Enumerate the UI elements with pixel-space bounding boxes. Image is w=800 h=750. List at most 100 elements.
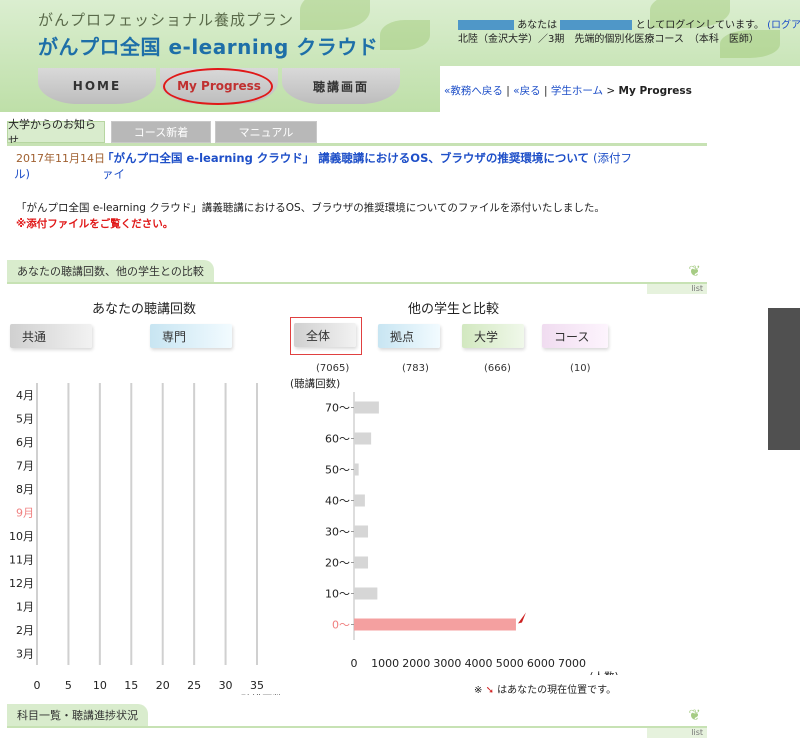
x-axis-label: (人数) (589, 670, 618, 675)
user-affiliation: 北陸（金沢大学）／3期 先端的個別化医療コース （本科 医師） (458, 34, 759, 45)
compare-course-button[interactable]: コース (542, 324, 608, 348)
y-tick-label: 9月 (16, 506, 34, 519)
comparison-histogram: (聴講回数) 70〜 60〜 50〜 40〜 30〜 20〜 10〜 0〜 0 1000 2000 30… (290, 377, 619, 675)
x-tick-label: 3000 (433, 657, 461, 670)
section-comparison-header: あなたの聴講回数、他の学生との比較 ❦ list (7, 260, 707, 294)
breadcrumb-current: My Progress (618, 85, 692, 97)
count-base: (783) (402, 363, 429, 374)
your-position-marker (517, 612, 526, 624)
leaf-decoration (300, 0, 370, 30)
nav-home[interactable]: HOME (38, 68, 156, 104)
y-tick-label: 4月 (16, 389, 34, 402)
bar (354, 587, 378, 600)
nav-lecture[interactable]: 聴講画面 (282, 68, 400, 104)
x-tick-label: 10 (93, 679, 107, 692)
nav-my-progress[interactable]: My Progress (160, 68, 278, 104)
bar (354, 432, 372, 445)
sprig-icon: ❦ (688, 706, 701, 724)
position-marker-icon: ➘ (485, 685, 494, 696)
count-university: (666) (484, 363, 511, 374)
masked-role (560, 20, 633, 30)
section-list-link[interactable]: list (647, 728, 707, 738)
bar (354, 463, 359, 476)
section-title: あなたの聴講回数、他の学生との比較 (7, 260, 214, 282)
tab-underline (7, 143, 707, 146)
y-tick-label: 10〜 (325, 588, 350, 601)
brand-title[interactable]: がんプロ全国 e-learning クラウド (38, 31, 378, 60)
bar (354, 618, 516, 631)
x-tick-label: 2000 (402, 657, 430, 670)
section-subjects-header: 科目一覧・聴講進捗状況 ❦ list (7, 704, 707, 738)
masked-username (458, 20, 514, 30)
x-tick-label: 4000 (465, 657, 493, 670)
breadcrumb-back[interactable]: «戻る (513, 85, 540, 97)
x-tick-label: 0 (351, 657, 358, 670)
section-rule (7, 726, 707, 728)
tab-manual[interactable]: マニュアル (215, 121, 317, 143)
y-axis-label: (聴講回数) (290, 377, 340, 390)
y-tick-label: 40〜 (325, 495, 350, 508)
y-tick-label: 60〜 (325, 433, 350, 446)
x-tick-label: 5000 (496, 657, 524, 670)
x-tick-label: 20 (156, 679, 170, 692)
y-tick-label: 3月 (16, 647, 34, 660)
bar (354, 525, 369, 538)
y-tick-label: 0〜 (332, 619, 350, 632)
breadcrumb-back-admin[interactable]: «教務へ戻る (444, 85, 503, 97)
news-title-text[interactable]: 「がんプロ全国 e-learning クラウド」 講義聴講におけるOS、ブラウザ… (102, 151, 589, 165)
y-tick-label: 6月 (16, 436, 34, 449)
filter-special-button[interactable]: 専門 (150, 324, 232, 348)
x-tick-label: 0 (34, 679, 41, 692)
breadcrumb-student-home[interactable]: 学生ホーム (551, 85, 603, 97)
news-body: 「がんプロ全国 e-learning クラウド」講義聴講におけるOS、ブラウザの… (16, 202, 605, 214)
y-tick-label: 8月 (16, 483, 34, 496)
y-tick-label: 20〜 (325, 557, 350, 570)
login-status: あなたは としてログインしています。 (ログアウト) (458, 16, 800, 31)
your-count-heading: あなたの聴講回数 (92, 302, 197, 317)
news-title[interactable]: 「がんプロ全国 e-learning クラウド」 講義聴講におけるOS、ブラウザ… (102, 150, 642, 182)
section-rule (7, 282, 707, 284)
side-scroll-tab[interactable] (768, 308, 800, 450)
compare-university-button[interactable]: 大学 (462, 324, 524, 348)
tab-course-news[interactable]: コース新着 (111, 121, 211, 143)
y-tick-label: 11月 (9, 553, 34, 566)
compare-base-button[interactable]: 拠点 (378, 324, 440, 348)
x-tick-label: 15 (124, 679, 138, 692)
bar (354, 494, 365, 507)
x-tick-label: 6000 (527, 657, 555, 670)
news-warning: ※添付ファイルをご覧ください。 (16, 218, 174, 230)
y-tick-label: 30〜 (325, 526, 350, 539)
y-tick-label: 5月 (16, 412, 34, 425)
attachment-link-tail[interactable]: ル) (14, 166, 30, 182)
count-course: (10) (570, 363, 591, 374)
sprig-icon: ❦ (688, 262, 701, 280)
count-all: (7065) (316, 363, 350, 374)
x-tick-label: 1000 (371, 657, 399, 670)
section-list-link[interactable]: list (647, 284, 707, 294)
brand-subtitle: がんプロフェッショナル養成プラン (38, 11, 295, 29)
tab-university-news[interactable]: 大学からのお知らせ (7, 118, 105, 147)
x-tick-label: 5 (65, 679, 72, 692)
x-axis-label: (聴講回数) (237, 693, 287, 695)
bar (354, 556, 369, 569)
y-tick-label: 1月 (16, 600, 34, 613)
x-tick-label: 7000 (558, 657, 586, 670)
logout-link[interactable]: (ログアウト) (767, 20, 800, 31)
y-tick-label: 10月 (9, 530, 34, 543)
breadcrumb-arrow: > (606, 85, 616, 97)
y-tick-label: 70〜 (325, 402, 350, 415)
breadcrumb-separator: | (506, 85, 510, 97)
news-date: 2017年11月14日 (16, 152, 105, 165)
footnote-prefix: ※ (474, 685, 483, 696)
x-tick-label: 25 (187, 679, 201, 692)
y-tick-label: 50〜 (325, 464, 350, 477)
position-footnote: ※ ➘ はあなたの現在位置です。 (474, 681, 616, 696)
filter-common-button[interactable]: 共通 (10, 324, 92, 348)
leaf-decoration (380, 20, 430, 50)
y-tick-label: 12月 (9, 577, 34, 590)
compare-heading: 他の学生と比較 (408, 302, 500, 317)
y-tick-label: 7月 (16, 459, 34, 472)
bar (354, 401, 379, 414)
x-tick-label: 30 (219, 679, 233, 692)
monthly-count-chart: 0 5 10 15 20 25 30 35 4月 5月 6月 7月 8月 9月 10月 11月 12月 1月 2月 3… (9, 383, 287, 695)
